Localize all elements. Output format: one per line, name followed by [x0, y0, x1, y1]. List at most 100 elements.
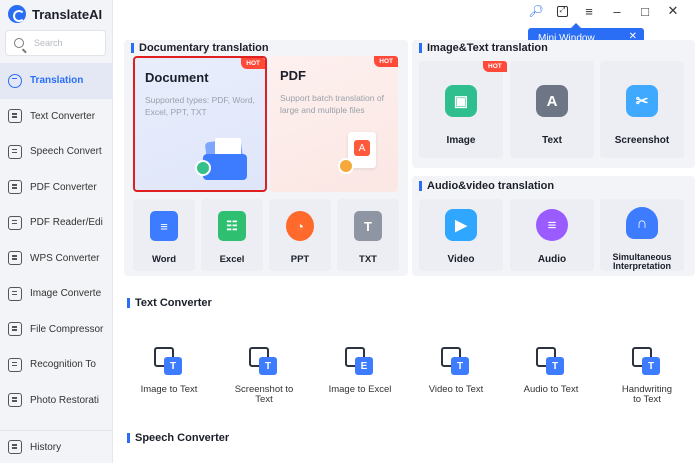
sidebar-item-speech-converter[interactable]: Speech Convert — [0, 134, 113, 170]
maximize-icon[interactable]: □ — [638, 4, 652, 19]
section-marker — [127, 298, 130, 308]
audio-tile[interactable]: ≡ Audio — [510, 199, 594, 271]
screenshot-tile[interactable]: ✂ Screenshot — [600, 61, 684, 158]
tool-video-to-text[interactable]: T Video to Text — [411, 347, 501, 395]
pdf-document-icon: A — [338, 132, 380, 178]
tool-image-to-text[interactable]: T Image to Text — [124, 347, 214, 395]
translation-icon — [8, 73, 22, 88]
sidebar-item-label: PDF Reader/Edi — [30, 217, 103, 229]
section-marker — [131, 43, 134, 53]
sidebar-item-label: File Compressor — [30, 323, 104, 335]
document-card-title: Document — [145, 70, 209, 85]
image-to-text-icon: T — [154, 347, 184, 377]
ppt-icon: ◔ — [286, 211, 314, 241]
sidebar-item-text-converter[interactable]: Text Converter — [0, 99, 113, 135]
sidebar-item-label: Text Converter — [30, 110, 96, 122]
sidebar-nav: Translation Text Converter Speech Conver… — [0, 63, 113, 418]
headphones-icon: ∩ — [626, 207, 658, 239]
hot-badge: HOT — [374, 56, 398, 67]
section-marker — [127, 433, 130, 443]
simultaneous-interpretation-tile[interactable]: ∩ Simultaneous Interpretation — [600, 199, 684, 271]
sidebar-item-pdf-converter[interactable]: PDF Converter — [0, 170, 113, 206]
recognition-icon — [8, 357, 22, 372]
document-card-desc: Supported types: PDF, Word, Excel, PPT, … — [145, 95, 255, 117]
screenshot-icon: ✂ — [626, 85, 658, 117]
image-icon: ▣ — [445, 85, 477, 117]
speech-icon — [8, 144, 22, 159]
sidebar-item-label: History — [30, 441, 62, 453]
sidebar-item-file-compressor[interactable]: File Compressor — [0, 312, 113, 348]
search-box[interactable] — [5, 30, 106, 56]
pdf-card[interactable]: PDF Support batch translation of large a… — [270, 56, 398, 192]
sidebar-item-pdf-reader[interactable]: PDF Reader/Edi — [0, 205, 113, 241]
sidebar-item-photo-restoration[interactable]: Photo Restorati — [0, 383, 113, 419]
menu-icon[interactable]: ≡ — [582, 4, 596, 19]
text-icon: A — [536, 85, 568, 117]
video-icon: ▶ — [445, 209, 477, 241]
pdf-card-desc: Support batch translation of large and m… — [280, 93, 384, 115]
sidebar-item-label: WPS Converter — [30, 252, 100, 264]
photo-restore-icon — [8, 393, 22, 408]
audio-to-text-icon: T — [536, 347, 566, 377]
sidebar-item-wps-converter[interactable]: WPS Converter — [0, 241, 113, 277]
txt-tile[interactable]: T TXT — [337, 199, 399, 271]
sidebar-item-history[interactable]: History — [0, 430, 113, 463]
sidebar-item-label: PDF Converter — [30, 181, 97, 193]
image-icon — [8, 286, 22, 301]
word-tile[interactable]: ≡ Word — [133, 199, 195, 271]
section-marker — [419, 43, 422, 53]
image-text-title: Image&Text translation — [419, 42, 548, 54]
text-converter-title: Text Converter — [127, 297, 212, 309]
sidebar-item-label: Image Converte — [30, 288, 102, 300]
handwriting-to-text-icon: T — [632, 347, 662, 377]
mini-window-icon[interactable]: ⤢ — [557, 5, 568, 17]
audio-icon: ≡ — [536, 209, 568, 241]
video-to-text-icon: T — [441, 347, 471, 377]
search-input[interactable] — [34, 38, 94, 48]
video-tile[interactable]: ▶ Video — [419, 199, 503, 271]
folder-icon — [195, 137, 249, 180]
window-controls: 🔎︎ ⤢ ≡ – □ ✕ — [528, 3, 680, 19]
sidebar-item-image-converter[interactable]: Image Converte — [0, 276, 113, 312]
document-card[interactable]: Document Supported types: PDF, Word, Exc… — [133, 56, 267, 192]
pdf-reader-icon — [8, 215, 22, 230]
ppt-tile[interactable]: ◔ PPT — [269, 199, 331, 271]
image-tile[interactable]: HOT ▣ Image — [419, 61, 507, 158]
sidebar-item-translation[interactable]: Translation — [0, 63, 113, 99]
section-marker — [419, 181, 422, 191]
pdf-icon — [8, 180, 22, 195]
speech-converter-title: Speech Converter — [127, 432, 229, 444]
search-icon — [14, 38, 24, 48]
minimize-icon[interactable]: – — [610, 4, 624, 19]
pdf-card-title: PDF — [280, 68, 306, 83]
sidebar-item-label: Photo Restorati — [30, 394, 99, 406]
app-name: TranslateAI — [32, 6, 103, 22]
audio-video-title: Audio&video translation — [419, 180, 554, 192]
documentary-title: Documentary translation — [131, 42, 269, 54]
screenshot-to-text-icon: T — [249, 347, 279, 377]
history-icon — [8, 440, 22, 454]
pin-icon[interactable]: 🔎︎ — [528, 4, 543, 18]
text-converter-icon — [8, 109, 22, 124]
excel-tile[interactable]: ☷ Excel — [201, 199, 263, 271]
text-tile[interactable]: A Text — [510, 61, 594, 158]
sidebar-item-recognition[interactable]: Recognition To — [0, 347, 113, 383]
close-icon[interactable]: ✕ — [666, 3, 680, 18]
tool-audio-to-text[interactable]: T Audio to Text — [506, 347, 596, 395]
tool-screenshot-to-text[interactable]: T Screenshot to Text — [219, 347, 309, 405]
wps-icon — [8, 251, 22, 266]
excel-icon: ☷ — [218, 211, 246, 241]
tool-handwriting-to-text[interactable]: T Handwriting to Text — [602, 347, 692, 405]
hot-badge: HOT — [241, 58, 265, 69]
sidebar-item-label: Translation — [30, 75, 84, 87]
txt-icon: T — [354, 211, 382, 241]
word-icon: ≡ — [150, 211, 178, 241]
hot-badge: HOT — [483, 61, 507, 72]
compress-icon — [8, 322, 22, 337]
sidebar-item-label: Recognition To — [30, 359, 96, 371]
brand: TranslateAI — [8, 4, 102, 24]
sidebar: TranslateAI Translation Text Converter S… — [0, 0, 113, 463]
tool-image-to-excel[interactable]: E Image to Excel — [315, 347, 405, 395]
sidebar-item-label: Speech Convert — [30, 146, 102, 158]
image-to-excel-icon: E — [345, 347, 375, 377]
